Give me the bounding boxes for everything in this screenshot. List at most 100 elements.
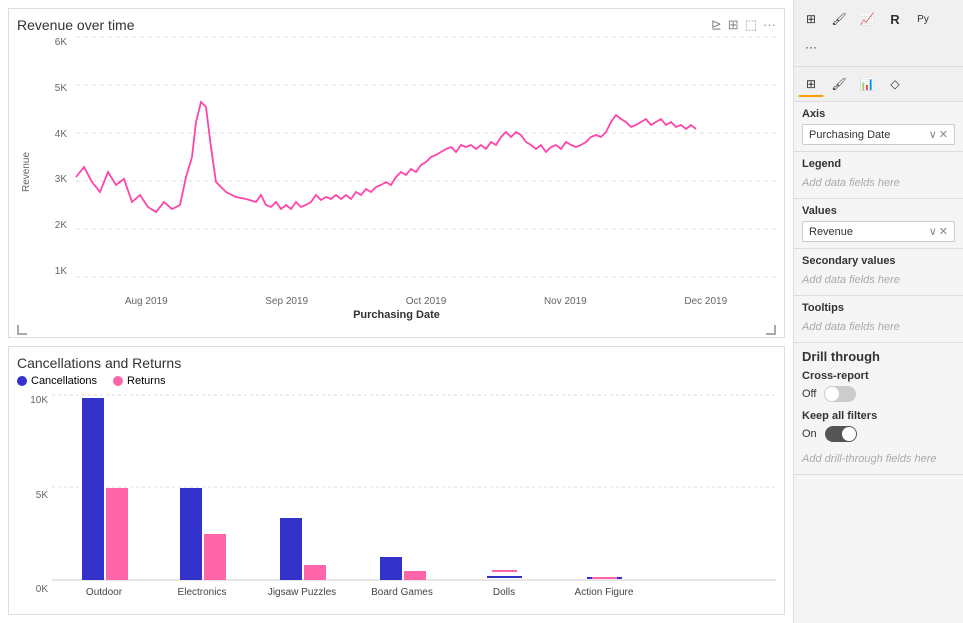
values-field-chip[interactable]: Revenue ∨ ✕ [802, 221, 955, 242]
tb-r-icon[interactable]: R [882, 6, 908, 32]
more-icon[interactable]: ··· [763, 17, 776, 33]
legend-returns: Returns [113, 375, 166, 387]
bar-label-electronics: Electronics [178, 587, 227, 598]
toolbar-row2: ⊞ 🖌 📊 ◇ [794, 67, 963, 102]
cross-report-label: Cross-report [802, 370, 955, 382]
axis-remove-icon[interactable]: ✕ [939, 128, 948, 141]
bar-chart-svg: Outdoor Electronics Jigsaw Puzzles Board… [52, 395, 776, 580]
bar-plot-area: Outdoor Electronics Jigsaw Puzzles Board… [52, 395, 776, 595]
secondary-values-section: Secondary values Add data fields here [794, 249, 963, 296]
x-label-sep: Sep 2019 [265, 296, 308, 307]
tb-chart-icon[interactable]: 📊 [854, 71, 880, 97]
right-panel: ⊞ 🖌 📈 R Py ··· ⊞ 🖌 📊 ◇ Axis Purchasing D… [793, 0, 963, 623]
bar-jigsaw-cancellations[interactable] [280, 518, 302, 580]
legend-panel-label: Legend [802, 158, 955, 170]
tooltips-add-field[interactable]: Add data fields here [802, 318, 955, 336]
bar-outdoor-cancellations[interactable] [82, 398, 104, 580]
x-label-aug: Aug 2019 [125, 296, 168, 307]
legend-returns-label: Returns [127, 375, 166, 387]
expand-icon[interactable]: ⬚ [745, 17, 757, 33]
y-axis-label: Revenue [17, 37, 36, 307]
keep-filters-toggle-knob [842, 427, 856, 441]
x-axis-labels: Aug 2019 Sep 2019 Oct 2019 Nov 2019 Dec … [76, 296, 776, 307]
chart-header: Revenue over time ⊵ ⊞ ⬚ ··· [17, 17, 776, 33]
resize-handle-br[interactable] [766, 325, 776, 335]
cancellations-chart-container: Cancellations and Returns Cancellations … [8, 346, 785, 615]
bar-label-jigsaw: Jigsaw Puzzles [268, 587, 336, 598]
keep-filters-toggle-label: On [802, 428, 817, 440]
axis-expand-icon[interactable]: ∨ [929, 128, 937, 141]
x-label-nov: Nov 2019 [544, 296, 587, 307]
axis-field-text: Purchasing Date [809, 129, 890, 141]
x-label-oct: Oct 2019 [406, 296, 447, 307]
keep-filters-toggle[interactable] [825, 426, 857, 442]
axis-field-chip[interactable]: Purchasing Date ∨ ✕ [802, 124, 955, 145]
tb-fields-icon[interactable]: ⊞ [798, 6, 824, 32]
tooltips-label: Tooltips [802, 302, 955, 314]
revenue-chart-title: Revenue over time [17, 17, 135, 33]
bar-label-boardgames: Board Games [371, 587, 433, 598]
revenue-chart-area: Revenue 6K 5K 4K 3K 2K 1K [17, 37, 776, 307]
drill-through-add-field[interactable]: Add drill-through fields here [802, 450, 955, 468]
tb-paint-icon[interactable]: 🖌 [826, 71, 852, 97]
revenue-chart-container: Revenue over time ⊵ ⊞ ⬚ ··· Revenue 6K 5… [8, 8, 785, 338]
resize-handle-bl[interactable] [17, 325, 27, 335]
filter-icon[interactable]: ⊵ [711, 17, 722, 33]
bar-label-outdoor: Outdoor [86, 587, 123, 598]
bar-y-ticks: 10K 5K 0K [17, 395, 52, 595]
axis-label: Axis [802, 108, 955, 120]
focus-icon[interactable]: ⊞ [728, 17, 739, 33]
chart-body: 6K 5K 4K 3K 2K 1K [36, 37, 776, 307]
values-field-text: Revenue [809, 226, 853, 238]
toolbar-row1: ⊞ 🖌 📈 R Py ··· [794, 0, 963, 67]
cross-report-toggle-knob [825, 387, 839, 401]
x-label-dec: Dec 2019 [684, 296, 727, 307]
bar-electronics-cancellations[interactable] [180, 488, 202, 580]
values-expand-icon[interactable]: ∨ [929, 225, 937, 238]
cancellations-title: Cancellations and Returns [17, 355, 776, 371]
tb-shape-icon[interactable]: ◇ [882, 71, 908, 97]
bar-label-dolls: Dolls [493, 587, 515, 598]
legend-add-field[interactable]: Add data fields here [802, 174, 955, 192]
legend-cancellations: Cancellations [17, 375, 97, 387]
tb-analytics-icon[interactable]: 📈 [854, 6, 880, 32]
secondary-values-label: Secondary values [802, 255, 955, 267]
drill-through-section: Drill through Cross-report Off Keep all … [794, 343, 963, 475]
x-axis-title: Purchasing Date [17, 309, 776, 321]
bar-boardgames-cancellations[interactable] [380, 557, 402, 580]
tb-py-icon[interactable]: Py [910, 6, 936, 32]
y-axis-ticks: 6K 5K 4K 3K 2K 1K [36, 37, 71, 277]
tooltips-section: Tooltips Add data fields here [794, 296, 963, 343]
secondary-values-add-field[interactable]: Add data fields here [802, 271, 955, 289]
values-remove-icon[interactable]: ✕ [939, 225, 948, 238]
values-section: Values Revenue ∨ ✕ [794, 199, 963, 249]
tb-format-icon[interactable]: 🖌 [826, 6, 852, 32]
bar-outdoor-returns[interactable] [106, 488, 128, 580]
legend-cancellations-label: Cancellations [31, 375, 97, 387]
revenue-line-svg [76, 37, 776, 277]
cross-report-toggle-container: Off [802, 386, 955, 402]
tb-table-icon[interactable]: ⊞ [798, 71, 824, 97]
legend-cancellations-dot [17, 376, 27, 386]
bar-boardgames-returns[interactable] [404, 571, 426, 580]
cross-report-toggle[interactable] [824, 386, 856, 402]
chart-legend: Cancellations Returns [17, 375, 776, 387]
keep-filters-container: Keep all filters On [802, 410, 955, 442]
bar-electronics-returns[interactable] [204, 534, 226, 580]
keep-filters-label: Keep all filters [802, 410, 955, 422]
values-label: Values [802, 205, 955, 217]
cross-report-container: Cross-report Off [802, 370, 955, 402]
axis-section: Axis Purchasing Date ∨ ✕ [794, 102, 963, 152]
axis-chip-actions: ∨ ✕ [929, 128, 948, 141]
values-chip-actions: ∨ ✕ [929, 225, 948, 238]
revenue-line [76, 102, 696, 212]
bar-chart-area: 10K 5K 0K [17, 395, 776, 595]
tb-more-icon[interactable]: ··· [798, 34, 824, 60]
drill-through-title: Drill through [802, 349, 955, 364]
legend-returns-dot [113, 376, 123, 386]
chart-toolbar: ⊵ ⊞ ⬚ ··· [711, 17, 776, 33]
legend-section: Legend Add data fields here [794, 152, 963, 199]
cross-report-toggle-label: Off [802, 388, 816, 400]
bar-label-actionfigure: Action Figure [575, 587, 634, 598]
bar-jigsaw-returns[interactable] [304, 565, 326, 580]
